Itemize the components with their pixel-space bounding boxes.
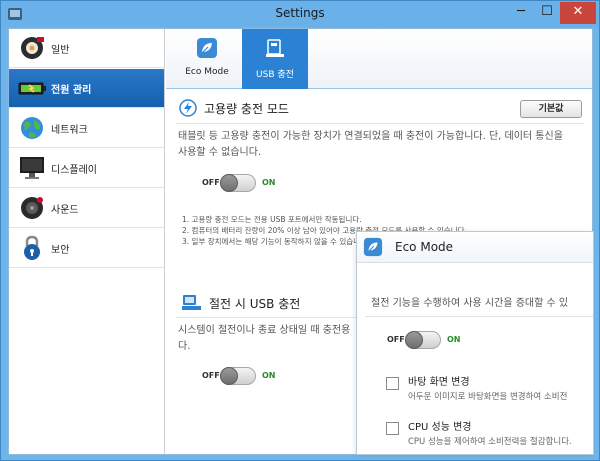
sidebar-item-network[interactable]: 네트워크 <box>9 109 164 148</box>
toggle-off-label: OFF <box>202 371 220 380</box>
divider <box>365 316 593 317</box>
high-charge-title: 고용량 충전 모드 <box>204 102 289 116</box>
sidebar-item-label: 사운드 <box>51 205 79 216</box>
minimize-button[interactable]: ─ <box>508 2 534 24</box>
description-line: 시스템이 절전이나 종료 상태일 때 충전용 <box>178 325 351 336</box>
usb-icon <box>266 39 284 57</box>
sidebar-item-label: 네트워크 <box>51 125 88 136</box>
toggle-knob[interactable] <box>405 331 423 349</box>
eco-mode-panel: Eco Mode 절전 기능을 수행하여 사용 시간을 증대할 수 있 OFF … <box>356 231 594 455</box>
toggle-off-label: OFF <box>387 335 405 344</box>
sleep-charge-description: 시스템이 절전이나 종료 상태일 때 충전용 다. <box>178 323 368 355</box>
toggle-on-label: ON <box>262 178 276 187</box>
close-button[interactable]: ✕ <box>560 2 596 24</box>
high-charge-description: 태블릿 등 고용량 충전이 가능한 장치가 연결되었을 때 충전이 가능합니다.… <box>178 129 588 161</box>
default-button[interactable]: 기본값 <box>520 100 582 118</box>
cpu-performance-description: CPU 성능을 제어하여 소비전력을 절감합니다. <box>408 437 572 447</box>
toggle-on-label: ON <box>262 371 276 380</box>
cpu-performance-title: CPU 성능 변경 <box>408 422 472 433</box>
tab-usb-charge[interactable]: USB 충전 <box>242 29 308 89</box>
battery-icon <box>18 82 46 95</box>
sidebar-item-label: 일반 <box>51 45 70 56</box>
tab-label: Eco Mode <box>185 67 229 77</box>
lock-icon <box>24 235 40 260</box>
wallpaper-change-title: 바탕 화면 변경 <box>408 377 470 388</box>
monitor-icon <box>20 157 44 179</box>
sleep-charge-title: 절전 시 USB 충전 <box>209 297 301 311</box>
sidebar-item-general[interactable]: 일반 <box>9 29 164 68</box>
wallpaper-change-checkbox[interactable] <box>386 377 399 390</box>
sidebar: 일반 전원 관리 네트워크 디스플레이 사운드 보안 <box>9 29 165 454</box>
toggle-on-label: ON <box>447 335 461 344</box>
sidebar-item-sound[interactable]: 사운드 <box>9 189 164 228</box>
globe-icon <box>21 117 43 139</box>
eco-leaf-icon <box>197 38 217 58</box>
sidebar-item-power[interactable]: 전원 관리 <box>9 69 164 108</box>
cpu-performance-checkbox[interactable] <box>386 422 399 435</box>
toggle-switch[interactable] <box>220 367 256 385</box>
tab-eco-mode[interactable]: Eco Mode <box>174 29 240 89</box>
sidebar-item-label: 보안 <box>51 245 70 256</box>
toggle-switch[interactable] <box>220 174 256 192</box>
divider <box>176 317 366 318</box>
eco-mode-title: Eco Mode <box>395 240 454 254</box>
wallpaper-change-description: 어두운 이미지로 바탕화면을 변경하여 소비전 <box>408 392 568 402</box>
eco-leaf-icon <box>363 237 383 257</box>
eco-mode-header: Eco Mode <box>357 232 593 263</box>
tab-label: USB 충전 <box>256 70 294 80</box>
eco-mode-description: 절전 기능을 수행하여 사용 시간을 증대할 수 있 <box>371 298 569 309</box>
description-line: 사용할 수 없습니다. <box>178 147 262 158</box>
eco-mode-toggle[interactable]: OFF ON <box>387 331 487 351</box>
maximize-button[interactable]: ☐ <box>534 2 560 24</box>
speaker-icon <box>21 197 43 219</box>
note-line: 1. 고용량 충전 모드는 전용 USB 포트에서만 작동됩니다. <box>182 215 362 224</box>
divider <box>176 123 584 124</box>
toggle-off-label: OFF <box>202 178 220 187</box>
lightning-icon <box>179 99 197 117</box>
title-bar[interactable]: Settings ─ ☐ ✕ <box>1 1 599 27</box>
sidebar-item-label: 디스플레이 <box>51 165 97 176</box>
sleep-charge-toggle[interactable]: OFF ON <box>202 367 302 387</box>
description-line: 다. <box>178 341 191 352</box>
toggle-knob[interactable] <box>220 367 238 385</box>
toggle-knob[interactable] <box>220 174 238 192</box>
sidebar-item-display[interactable]: 디스플레이 <box>9 149 164 188</box>
sleep-usb-icon <box>182 295 201 310</box>
description-line: 태블릿 등 고용량 충전이 가능한 장치가 연결되었을 때 충전이 가능합니다.… <box>178 131 563 142</box>
tab-bar: Eco Mode USB 충전 <box>166 29 592 89</box>
general-icon <box>21 37 44 59</box>
high-charge-toggle[interactable]: OFF ON <box>202 174 302 194</box>
sidebar-item-security[interactable]: 보안 <box>9 229 164 268</box>
toggle-switch[interactable] <box>405 331 441 349</box>
settings-window: Settings ─ ☐ ✕ 일반 전원 관리 네트워크 디스플레이 사운드 보… <box>0 0 600 461</box>
sidebar-item-label: 전원 관리 <box>51 85 92 96</box>
